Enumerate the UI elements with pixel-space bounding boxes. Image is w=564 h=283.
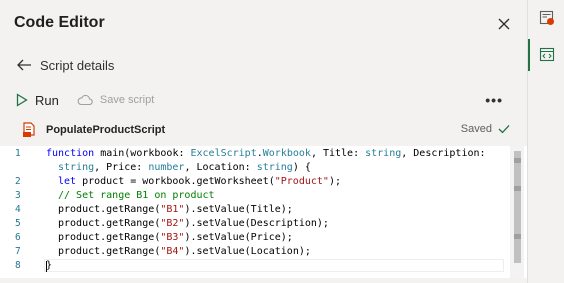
script-file-icon [23, 122, 35, 137]
more-options-icon[interactable]: ••• [485, 92, 503, 108]
code-line: product.getRange("B1").setValue(Title); [58, 204, 293, 215]
overview-marker [514, 186, 521, 191]
line-number: 3 [15, 190, 21, 201]
back-to-script-details[interactable]: Script details [16, 56, 114, 74]
close-icon[interactable] [495, 15, 513, 33]
line-number: 1 [15, 148, 21, 159]
save-script-button[interactable]: Save script [77, 94, 154, 106]
code-line: product.getRange("B3").setValue(Price); [58, 232, 293, 243]
code-editor-tab-icon[interactable] [539, 47, 555, 63]
scrollbar-thumb[interactable] [514, 151, 521, 263]
toolbar: Run Save script ••• [16, 90, 511, 110]
run-button[interactable]: Run [16, 93, 59, 108]
code-line: product.getRange("B4").setValue(Location… [58, 246, 311, 257]
current-line-highlight [44, 259, 504, 272]
script-file-row: PopulateProductScript Saved [22, 121, 514, 139]
run-label: Run [35, 92, 59, 108]
overview-marker [514, 158, 521, 163]
code-editor[interactable]: 1 2 3 4 5 6 7 8 function main(workbook: … [0, 146, 527, 278]
line-number: 2 [15, 176, 21, 187]
pane-title: Code Editor [14, 14, 105, 31]
side-rail [527, 0, 564, 283]
back-label: Script details [40, 57, 115, 73]
back-arrow-icon [17, 59, 31, 71]
line-number: 6 [15, 232, 21, 243]
code-line-wrap: string, Price: number, Location: string)… [58, 162, 311, 173]
saved-status: Saved [461, 123, 510, 135]
cloud-save-icon [77, 94, 93, 106]
script-file-name: PopulateProductScript [46, 124, 166, 136]
play-icon [16, 93, 28, 107]
overview-marker [514, 234, 521, 239]
script-history-icon[interactable] [539, 10, 555, 26]
line-number: 4 [15, 204, 21, 215]
text-caret [46, 261, 47, 272]
line-number: 7 [15, 246, 21, 257]
code-comment: // Set range B1 on product [58, 190, 215, 201]
line-number: 8 [15, 260, 21, 271]
line-number: 5 [15, 218, 21, 229]
saved-label: Saved [460, 123, 492, 135]
code-editor-pane: Code Editor Script details Run Save scri… [0, 0, 527, 283]
code-line: function main(workbook: ExcelScript.Work… [46, 148, 486, 159]
checkmark-icon [498, 125, 510, 134]
save-script-label: Save script [99, 94, 155, 106]
active-tab-indicator [528, 39, 530, 71]
editor-scrollbar[interactable] [510, 146, 524, 278]
code-line: let product = workbook.getWorksheet("Pro… [58, 176, 341, 187]
code-line: product.getRange("B2").setValue(Descript… [58, 218, 329, 229]
